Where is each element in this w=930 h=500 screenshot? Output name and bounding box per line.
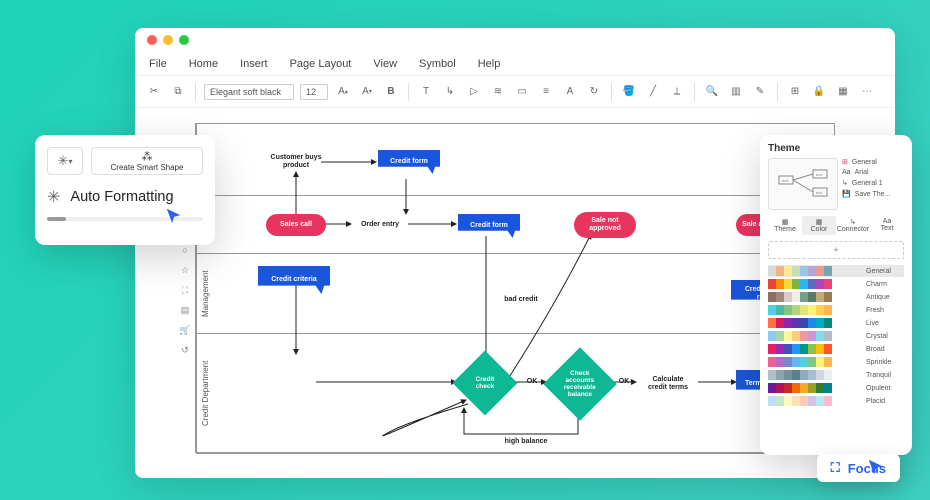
- cut-icon[interactable]: ✂: [145, 83, 163, 101]
- shape-icon[interactable]: ▭: [513, 83, 531, 101]
- svg-text:text: text: [816, 172, 823, 177]
- sparkle-icon: ✳: [47, 187, 60, 207]
- history-icon[interactable]: ↺: [178, 343, 192, 357]
- theme-opt-font[interactable]: AaArial: [842, 169, 904, 176]
- maximize-dot[interactable]: [179, 35, 189, 45]
- close-dot[interactable]: [147, 35, 157, 45]
- menu-help[interactable]: Help: [478, 58, 501, 70]
- tab-theme[interactable]: ▦Theme: [768, 216, 802, 235]
- palette-row[interactable]: Opulent: [768, 382, 904, 394]
- minimize-dot[interactable]: [163, 35, 173, 45]
- font-increase-icon[interactable]: A▴: [334, 83, 352, 101]
- theme-panel: Theme text text text ⊞General AaArial ↳Gen…: [760, 135, 912, 455]
- lane-label: Management: [196, 254, 214, 333]
- font-style-icon[interactable]: A: [561, 83, 579, 101]
- circle-icon[interactable]: ○: [178, 243, 192, 257]
- palette-row[interactable]: General: [768, 265, 904, 277]
- palette-row[interactable]: Sprinkle: [768, 356, 904, 368]
- palette-row[interactable]: Crystal: [768, 330, 904, 342]
- burst-button[interactable]: ✳ ▾: [47, 147, 83, 175]
- palette-row[interactable]: Live: [768, 317, 904, 329]
- menu-insert[interactable]: Insert: [240, 58, 268, 70]
- node-sales-call[interactable]: Sales call: [266, 214, 326, 236]
- tab-connector[interactable]: ↳Connector: [836, 216, 870, 235]
- swimlanes: Customer Sales Management Credit Departm…: [195, 123, 835, 453]
- connector-icon[interactable]: ↳: [441, 83, 459, 101]
- font-size-select[interactable]: 12: [300, 84, 328, 100]
- node-customer-buys[interactable]: Customer buys product: [266, 152, 326, 171]
- crop-icon[interactable]: ⟂: [668, 83, 686, 101]
- font-decrease-icon[interactable]: A▾: [358, 83, 376, 101]
- group-icon[interactable]: ⊞: [786, 83, 804, 101]
- toolbar: ✂ ⧉ Elegant soft black 12 A▴ A▾ B T ↳ ▷ …: [135, 76, 895, 108]
- label-ok2: OK: [614, 376, 634, 388]
- label-ok1: OK: [522, 376, 542, 388]
- layers-icon[interactable]: ≋: [489, 83, 507, 101]
- label-bad-credit: bad credit: [496, 294, 546, 306]
- palette-row[interactable]: Charm: [768, 278, 904, 290]
- cart-icon[interactable]: 🛒: [178, 323, 192, 337]
- focus-button[interactable]: ⛶ Focus: [817, 454, 900, 482]
- star-icon[interactable]: ☆: [178, 263, 192, 277]
- theme-tabs: ▦Theme ▦Color ↳Connector AaText: [768, 216, 904, 235]
- expand-icon[interactable]: ⛶: [178, 283, 192, 297]
- theme-opt-general[interactable]: ⊞General: [842, 158, 904, 166]
- bold-icon[interactable]: B: [382, 83, 400, 101]
- menu-view[interactable]: View: [373, 58, 397, 70]
- copy-icon[interactable]: ⧉: [169, 83, 187, 101]
- pointer-icon[interactable]: ▷: [465, 83, 483, 101]
- node-order-entry[interactable]: Order entry: [354, 219, 406, 231]
- palette-row[interactable]: Tranquil: [768, 369, 904, 381]
- auto-formatting-button[interactable]: ✳ Auto Formatting: [47, 187, 203, 207]
- palette-row[interactable]: Placid: [768, 395, 904, 407]
- menu-symbol[interactable]: Symbol: [419, 58, 456, 70]
- titlebar: [135, 28, 895, 52]
- palette-list: GeneralCharmAntiqueFreshLiveCrystalBroad…: [768, 265, 904, 407]
- page-icon[interactable]: ▥: [727, 83, 745, 101]
- grid-icon[interactable]: ▦: [834, 83, 852, 101]
- font-select[interactable]: Elegant soft black: [204, 84, 294, 100]
- search-icon[interactable]: 🔍: [703, 83, 721, 101]
- label-high-balance: high balance: [496, 436, 556, 448]
- menu-page-layout[interactable]: Page Layout: [290, 58, 352, 70]
- svg-text:text: text: [782, 178, 789, 183]
- rotate-icon[interactable]: ↻: [585, 83, 603, 101]
- tab-color[interactable]: ▦Color: [802, 216, 836, 235]
- svg-text:text: text: [816, 190, 823, 195]
- layers2-icon[interactable]: ▤: [178, 303, 192, 317]
- palette-row[interactable]: Broad: [768, 343, 904, 355]
- text-tool-icon[interactable]: T: [417, 83, 435, 101]
- auto-format-panel: ✳ ▾ ⁂ Create Smart Shape ✳ Auto Formatti…: [35, 135, 215, 245]
- align-icon[interactable]: ≡: [537, 83, 555, 101]
- lane-label: Credit Department: [196, 334, 214, 453]
- cursor-icon: [867, 458, 885, 476]
- menubar: File Home Insert Page Layout View Symbol…: [135, 52, 895, 76]
- menu-home[interactable]: Home: [189, 58, 218, 70]
- tab-text[interactable]: AaText: [870, 216, 904, 235]
- theme-preview[interactable]: text text text: [768, 158, 838, 210]
- theme-title: Theme: [768, 143, 904, 154]
- menu-file[interactable]: File: [149, 58, 167, 70]
- palette-row[interactable]: Fresh: [768, 304, 904, 316]
- node-calculate[interactable]: Calculate credit terms: [640, 374, 696, 393]
- more-icon[interactable]: ⋯: [858, 83, 876, 101]
- theme-side-options: ⊞General AaArial ↳General 1 💾Save The...: [842, 158, 904, 210]
- pen-icon[interactable]: ✎: [751, 83, 769, 101]
- palette-row[interactable]: Antique: [768, 291, 904, 303]
- add-palette-button[interactable]: +: [768, 241, 904, 259]
- theme-opt-connector[interactable]: ↳General 1: [842, 179, 904, 187]
- node-sale-not-approved[interactable]: Sale not approved: [574, 212, 636, 238]
- focus-icon: ⛶: [831, 460, 840, 476]
- theme-opt-save[interactable]: 💾Save The...: [842, 190, 904, 198]
- cursor-icon: [165, 207, 183, 225]
- create-smart-shape-button[interactable]: ⁂ Create Smart Shape: [91, 147, 203, 175]
- fill-icon[interactable]: 🪣: [620, 83, 638, 101]
- line-icon[interactable]: ╱: [644, 83, 662, 101]
- lock-icon[interactable]: 🔒: [810, 83, 828, 101]
